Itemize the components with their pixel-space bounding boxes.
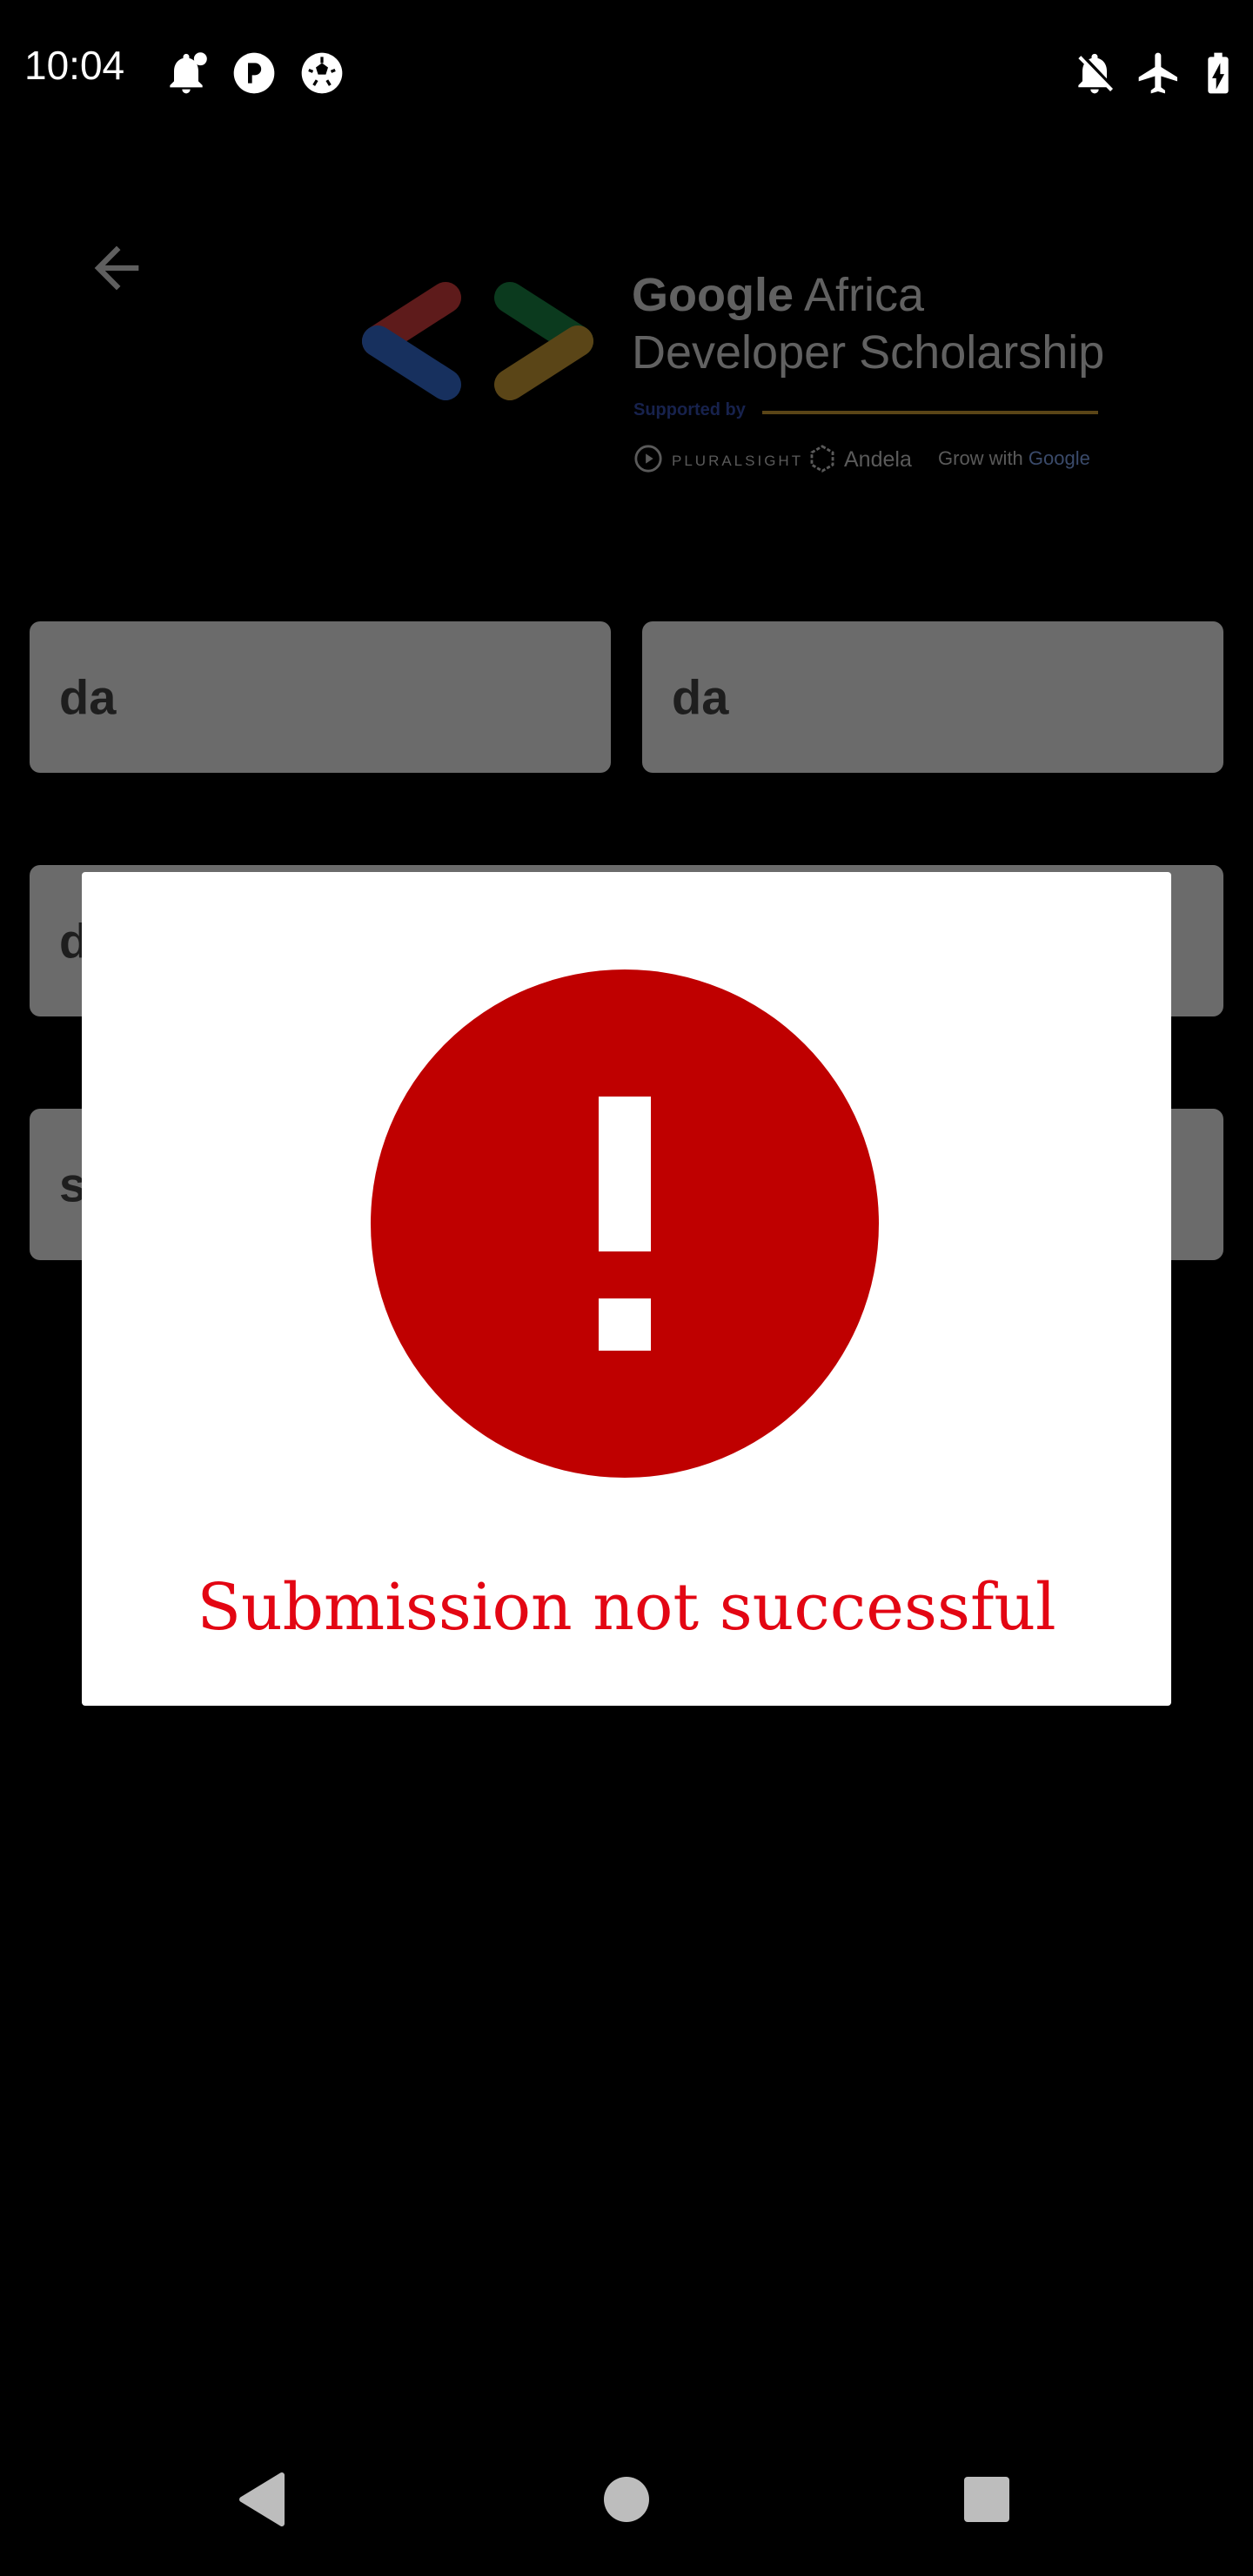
battery-charging-icon <box>1194 49 1243 97</box>
supported-by-label: Supported by <box>633 400 746 419</box>
first-name-value: da <box>59 669 117 725</box>
gads-title-strong: Google <box>632 269 794 321</box>
notification-bell-icon <box>162 49 211 97</box>
recents-square-icon[interactable] <box>952 2465 1022 2534</box>
gads-title-rest: Africa <box>794 269 925 321</box>
arrow-back-icon[interactable] <box>84 235 150 301</box>
airplane-mode-icon <box>1135 49 1183 97</box>
submission-failed-dialog: Submission not successful <box>82 872 1171 1706</box>
sponsor-logos: PLURALSIGHT Andela Grow with Google <box>633 444 1103 479</box>
grow-with-google-label: Grow with Google <box>938 447 1090 470</box>
gads-title-line2: Developer Scholarship <box>632 326 1105 379</box>
home-circle-icon[interactable] <box>592 2465 661 2534</box>
app-notification-icon <box>230 49 278 97</box>
dialog-message: Submission not successful <box>197 1570 1056 1645</box>
gads-title: Google Africa Developer Scholarship <box>632 266 1154 381</box>
last-name-field[interactable]: da <box>642 621 1223 773</box>
pluralsight-icon <box>633 444 663 473</box>
status-bar: 10:04 <box>0 0 1253 148</box>
soccer-ball-icon <box>298 49 346 97</box>
andela-label: Andela <box>844 447 912 472</box>
gads-logo-icon <box>360 280 595 402</box>
google-text: Google <box>1028 447 1090 469</box>
notifications-off-icon <box>1070 49 1119 97</box>
last-name-value: da <box>672 669 729 725</box>
navigation-bar <box>0 2419 1253 2576</box>
supported-by-row: Supported by <box>633 400 1100 423</box>
andela-icon <box>807 444 837 473</box>
error-exclamation-icon <box>371 969 879 1478</box>
first-name-field[interactable]: da <box>30 621 611 773</box>
pluralsight-label: PLURALSIGHT <box>672 453 804 469</box>
grow-with-text: Grow with <box>938 447 1023 469</box>
back-triangle-icon[interactable] <box>230 2465 299 2534</box>
status-time: 10:04 <box>24 43 125 88</box>
supported-by-divider <box>762 411 1098 414</box>
